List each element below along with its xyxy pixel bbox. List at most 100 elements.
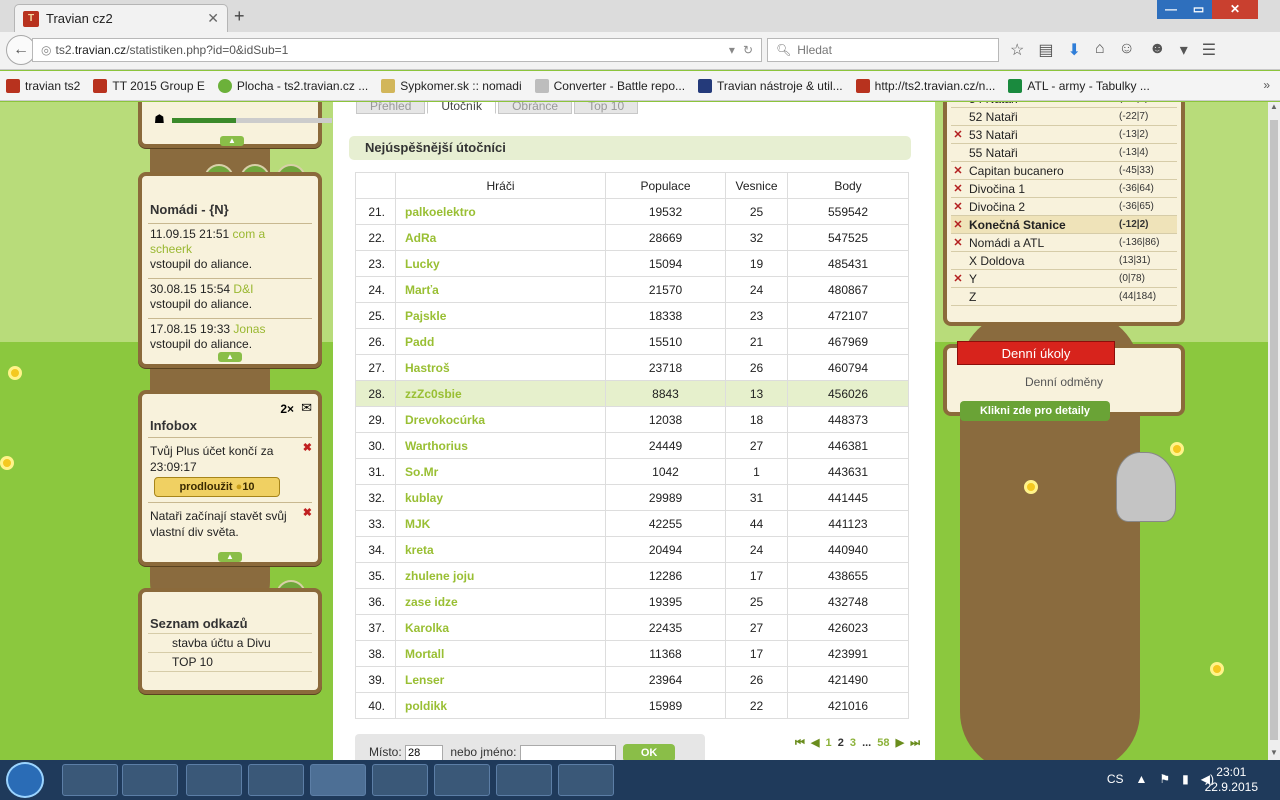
tab-defender[interactable]: Obránce [498, 102, 573, 114]
extend-button[interactable]: prodloužit ●10 [154, 477, 280, 497]
village-item[interactable]: Z (44|184) [951, 288, 1177, 306]
close-icon[interactable]: ✖ [303, 505, 312, 521]
explorer-icon[interactable] [186, 764, 242, 796]
page-link[interactable]: 3 [850, 737, 856, 749]
player-link[interactable]: D&I [233, 282, 253, 296]
skype-icon[interactable] [434, 764, 490, 796]
link-item[interactable]: stavba účtu a Divu [148, 633, 312, 653]
collapse-button[interactable]: ▲ [218, 352, 242, 362]
close-icon[interactable]: ✖ [303, 440, 312, 456]
daily-details-button[interactable]: Klikni zde pro detaily [960, 401, 1110, 421]
bookmark-item[interactable]: TT 2015 Group E [93, 78, 205, 93]
village-item[interactable]: ✕ Konečná Stanice (-12|2) [951, 216, 1177, 234]
player-link[interactable]: Drevokocúrka [395, 406, 606, 433]
show-hidden-icon[interactable]: ▲ [1136, 772, 1148, 786]
toolbox-icon[interactable] [248, 764, 304, 796]
star-icon[interactable]: ☆ [1010, 40, 1024, 60]
bookmark-item[interactable]: travian ts2 [6, 78, 80, 93]
scroll-down-icon[interactable]: ▼ [1268, 748, 1280, 760]
media-player-icon[interactable] [122, 764, 178, 796]
player-link[interactable]: Padd [395, 328, 606, 355]
player-link[interactable]: zzZc0sbie [395, 380, 606, 407]
bookmark-item[interactable]: Converter - Battle repo... [534, 78, 685, 93]
close-tab-icon[interactable]: ✕ [207, 10, 219, 27]
first-page-icon[interactable]: ⏮ [795, 737, 805, 749]
village-item[interactable]: ✕ 53 Nataři (-13|2) [951, 126, 1177, 144]
player-link[interactable]: Lenser [395, 666, 606, 693]
next-page-icon[interactable]: ▶ [896, 737, 904, 749]
village-item[interactable]: 52 Nataři (-22|7) [951, 108, 1177, 126]
bookmark-item[interactable]: Travian nástroje & util... [698, 78, 843, 93]
player-link[interactable]: zhulene joju [395, 562, 606, 589]
flag-tray-icon[interactable]: ⚑ [1159, 772, 1170, 786]
hamburger-menu-icon[interactable]: ☰ [1202, 40, 1216, 60]
player-link[interactable]: Lucky [395, 250, 606, 277]
village-item[interactable]: ✕ Nomádi a ATL (-136|86) [951, 234, 1177, 252]
player-link[interactable]: Mortall [395, 640, 606, 667]
start-button[interactable] [6, 762, 44, 798]
tab-overview[interactable]: Přehled [356, 102, 426, 114]
bookmark-item[interactable]: http://ts2.travian.cz/n... [855, 78, 995, 93]
menu-dropdown-icon[interactable]: ▾ [1180, 40, 1188, 60]
player-link[interactable]: Hastroš [395, 354, 606, 381]
village-item[interactable]: ✕ Capitan bucanero (-45|33) [951, 162, 1177, 180]
player-link[interactable]: zase idze [395, 588, 606, 615]
ok-button[interactable]: OK [623, 744, 676, 760]
new-tab-button[interactable]: + [234, 6, 245, 27]
download-icon[interactable]: ⬇ [1067, 40, 1080, 60]
bookmark-item[interactable]: Sypkomer.sk :: nomadi [381, 78, 522, 93]
bookmark-item[interactable]: ATL - army - Tabulky ... [1008, 78, 1150, 93]
player-link[interactable]: So.Mr [395, 458, 606, 485]
more-bookmarks-icon[interactable]: » [1263, 78, 1270, 92]
firefox-icon[interactable] [310, 764, 366, 796]
scroll-thumb[interactable] [1270, 120, 1278, 740]
chrome-icon[interactable] [372, 764, 428, 796]
home-icon[interactable]: ⌂ [1095, 40, 1105, 60]
language-indicator[interactable]: CS [1107, 772, 1124, 786]
maximize-button[interactable]: ▭ [1185, 0, 1212, 19]
village-item[interactable]: X Doldova (13|31) [951, 252, 1177, 270]
player-link[interactable]: MJK [395, 510, 606, 537]
address-bar[interactable]: ◎ ts2.travian.cz/statistiken.php?id=0&id… [32, 38, 762, 62]
tab-attacker[interactable]: Útočník [427, 102, 497, 114]
village-item[interactable]: ✕ Divočina 1 (-36|64) [951, 180, 1177, 198]
player-link[interactable]: palkoelektro [395, 198, 606, 225]
village-item[interactable]: ✕ Y (0|78) [951, 270, 1177, 288]
player-link[interactable]: Pajskle [395, 302, 606, 329]
tab-top10[interactable]: Top 10 [574, 102, 639, 114]
collapse-button[interactable]: ▲ [218, 552, 242, 562]
clock[interactable]: 23:01 22.9.2015 [1205, 765, 1258, 795]
player-link[interactable]: kublay [395, 484, 606, 511]
collapse-button[interactable]: ▲ [220, 136, 244, 146]
page-link[interactable]: 58 [877, 737, 889, 749]
player-link[interactable]: Warthorius [395, 432, 606, 459]
ie-icon[interactable] [62, 764, 118, 796]
battlescript-icon[interactable] [496, 764, 552, 796]
search-box[interactable]: 🔍︎ Hledat [767, 38, 999, 62]
player-link[interactable]: Karolka [395, 614, 606, 641]
reload-icon[interactable]: ↻ [743, 43, 753, 57]
prev-page-icon[interactable]: ◀ [811, 737, 819, 749]
chat-icon[interactable]: ☺ [1119, 40, 1135, 60]
bookmark-item[interactable]: Plocha - ts2.travian.cz ... [217, 78, 368, 93]
name-input[interactable] [519, 745, 616, 760]
link-item[interactable]: TOP 10 [148, 653, 312, 672]
player-link[interactable]: kreta [395, 536, 606, 563]
scroll-up-icon[interactable]: ▲ [1268, 102, 1280, 114]
paint-icon[interactable] [558, 764, 614, 796]
village-item[interactable]: 55 Nataři (-13|4) [951, 144, 1177, 162]
addon-icon[interactable]: ☻ [1149, 40, 1166, 60]
page-scrollbar[interactable]: ▲ ▼ [1268, 102, 1280, 760]
place-input[interactable] [405, 745, 444, 760]
village-item[interactable]: ✕ Divočina 2 (-36|65) [951, 198, 1177, 216]
player-link[interactable]: Marťa [395, 276, 606, 303]
dropdown-icon[interactable]: ▾ [729, 43, 735, 57]
minimize-button[interactable]: — [1157, 0, 1185, 19]
page-link[interactable]: 1 [826, 737, 832, 749]
close-window-button[interactable]: ✕ [1212, 0, 1258, 19]
browser-tab[interactable]: T Travian cz2 ✕ [14, 4, 228, 32]
reading-list-icon[interactable]: ▤ [1038, 40, 1053, 60]
player-link[interactable]: Jonas [233, 322, 265, 336]
last-page-icon[interactable]: ⏭ [910, 737, 920, 749]
player-link[interactable]: poldikk [395, 692, 606, 719]
